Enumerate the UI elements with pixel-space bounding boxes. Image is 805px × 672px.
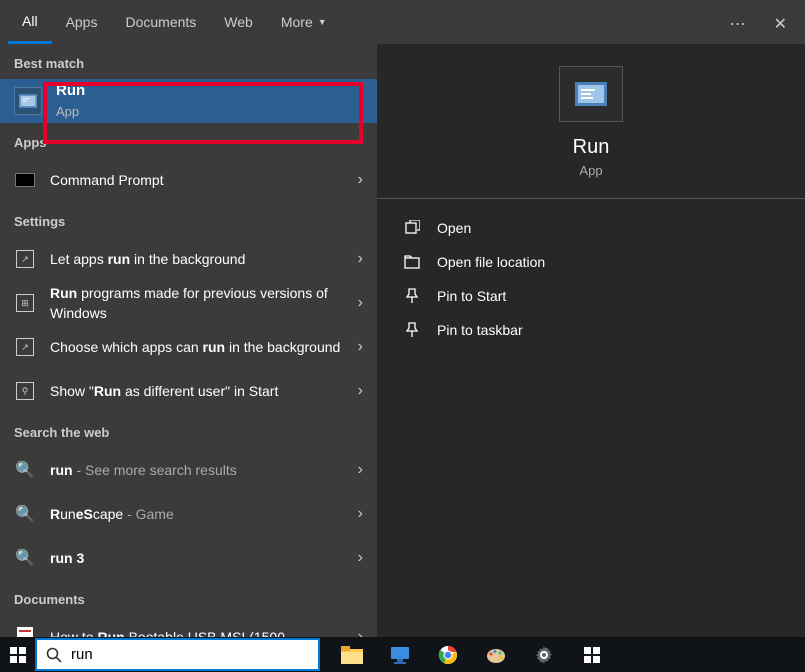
section-settings: Settings bbox=[0, 202, 377, 237]
search-icon: 🔍 bbox=[14, 459, 36, 481]
chevron-right-icon: › bbox=[358, 382, 363, 400]
tab-all[interactable]: All bbox=[8, 1, 52, 44]
chevron-right-icon: › bbox=[358, 505, 363, 523]
taskbar-security[interactable] bbox=[568, 637, 616, 672]
action-label: Open bbox=[437, 220, 471, 236]
tab-more-label: More bbox=[281, 14, 313, 30]
chevron-right-icon: › bbox=[358, 250, 363, 268]
action-pin-taskbar[interactable]: Pin to taskbar bbox=[377, 313, 805, 347]
result-setting-choose-bg[interactable]: ↗ Choose which apps can run in the backg… bbox=[0, 325, 377, 369]
result-web-run3[interactable]: 🔍 run 3 › bbox=[0, 536, 377, 580]
result-label: run - See more search results bbox=[50, 460, 350, 480]
tab-web[interactable]: Web bbox=[210, 2, 267, 42]
results-list: Best match Run App Apps Command Prompt ›… bbox=[0, 44, 377, 637]
result-label: Run programs made for previous versions … bbox=[50, 283, 350, 324]
document-icon bbox=[14, 626, 36, 637]
preview-pane: Run App Open Open file location Pin to S… bbox=[377, 44, 805, 637]
search-icon: 🔍 bbox=[14, 503, 36, 525]
chevron-right-icon: › bbox=[358, 628, 363, 637]
taskbar-chrome[interactable] bbox=[424, 637, 472, 672]
close-button[interactable]: ✕ bbox=[766, 10, 795, 38]
chevron-down-icon: ▼ bbox=[318, 17, 327, 27]
open-icon bbox=[403, 219, 421, 237]
tab-apps[interactable]: Apps bbox=[52, 2, 112, 42]
settings-icon: ↗ bbox=[14, 248, 36, 270]
section-apps: Apps bbox=[0, 123, 377, 158]
command-prompt-icon bbox=[14, 169, 36, 191]
run-app-icon bbox=[14, 87, 42, 115]
best-match-sub: App bbox=[56, 103, 363, 122]
search-icon bbox=[37, 647, 71, 663]
result-setting-runas[interactable]: ⚲ Show "Run as different user" in Start … bbox=[0, 369, 377, 413]
tab-documents[interactable]: Documents bbox=[111, 2, 210, 42]
section-web: Search the web bbox=[0, 413, 377, 448]
result-document[interactable]: How to Run Bootable USB MSI (1500 › bbox=[0, 615, 377, 637]
settings-icon: ⊞ bbox=[14, 292, 36, 314]
search-tabs: All Apps Documents Web More ▼ ⋯ ✕ bbox=[0, 0, 805, 44]
action-label: Pin to Start bbox=[437, 288, 506, 304]
result-web-run[interactable]: 🔍 run - See more search results › bbox=[0, 448, 377, 492]
result-setting-bg-apps[interactable]: ↗ Let apps run in the background › bbox=[0, 237, 377, 281]
start-button[interactable] bbox=[0, 637, 35, 672]
best-match-run[interactable]: Run App bbox=[0, 79, 377, 123]
settings-icon: ⚲ bbox=[14, 380, 36, 402]
section-documents: Documents bbox=[0, 580, 377, 615]
search-flyout: All Apps Documents Web More ▼ ⋯ ✕ Best m… bbox=[0, 0, 805, 637]
taskbar-settings[interactable] bbox=[520, 637, 568, 672]
taskbar-app-monitor[interactable] bbox=[376, 637, 424, 672]
action-open-location[interactable]: Open file location bbox=[377, 245, 805, 279]
result-label: run 3 bbox=[50, 548, 350, 568]
action-open[interactable]: Open bbox=[377, 211, 805, 245]
more-options-button[interactable]: ⋯ bbox=[722, 10, 754, 38]
search-input[interactable] bbox=[71, 646, 318, 663]
preview-sub: App bbox=[579, 163, 602, 178]
preview-title: Run bbox=[573, 136, 610, 159]
result-command-prompt[interactable]: Command Prompt › bbox=[0, 158, 377, 202]
pin-start-icon bbox=[403, 287, 421, 305]
action-label: Open file location bbox=[437, 254, 545, 270]
folder-location-icon bbox=[403, 253, 421, 271]
chevron-right-icon: › bbox=[358, 294, 363, 312]
taskbar bbox=[0, 637, 805, 672]
result-label: Let apps run in the background bbox=[50, 249, 350, 269]
result-label: Command Prompt bbox=[50, 170, 350, 190]
action-label: Pin to taskbar bbox=[437, 322, 523, 338]
best-match-title: Run bbox=[56, 80, 363, 102]
tab-more[interactable]: More ▼ bbox=[267, 2, 341, 42]
search-icon: 🔍 bbox=[14, 547, 36, 569]
result-web-runescape[interactable]: 🔍 RuneScape - Game › bbox=[0, 492, 377, 536]
taskbar-paint[interactable] bbox=[472, 637, 520, 672]
chevron-right-icon: › bbox=[358, 549, 363, 567]
taskbar-search-box[interactable] bbox=[35, 638, 320, 671]
result-label: How to Run Bootable USB MSI (1500 bbox=[50, 627, 350, 637]
result-setting-compat[interactable]: ⊞ Run programs made for previous version… bbox=[0, 281, 377, 325]
chevron-right-icon: › bbox=[358, 461, 363, 479]
settings-icon: ↗ bbox=[14, 336, 36, 358]
chevron-right-icon: › bbox=[358, 338, 363, 356]
action-pin-start[interactable]: Pin to Start bbox=[377, 279, 805, 313]
preview-actions: Open Open file location Pin to Start Pin… bbox=[377, 199, 805, 359]
pin-taskbar-icon bbox=[403, 321, 421, 339]
chevron-right-icon: › bbox=[358, 171, 363, 189]
section-best-match: Best match bbox=[0, 44, 377, 79]
result-label: RuneScape - Game bbox=[50, 504, 350, 524]
taskbar-file-explorer[interactable] bbox=[328, 637, 376, 672]
result-label: Show "Run as different user" in Start bbox=[50, 381, 350, 401]
result-label: Choose which apps can run in the backgro… bbox=[50, 337, 350, 357]
preview-app-icon bbox=[559, 66, 623, 122]
